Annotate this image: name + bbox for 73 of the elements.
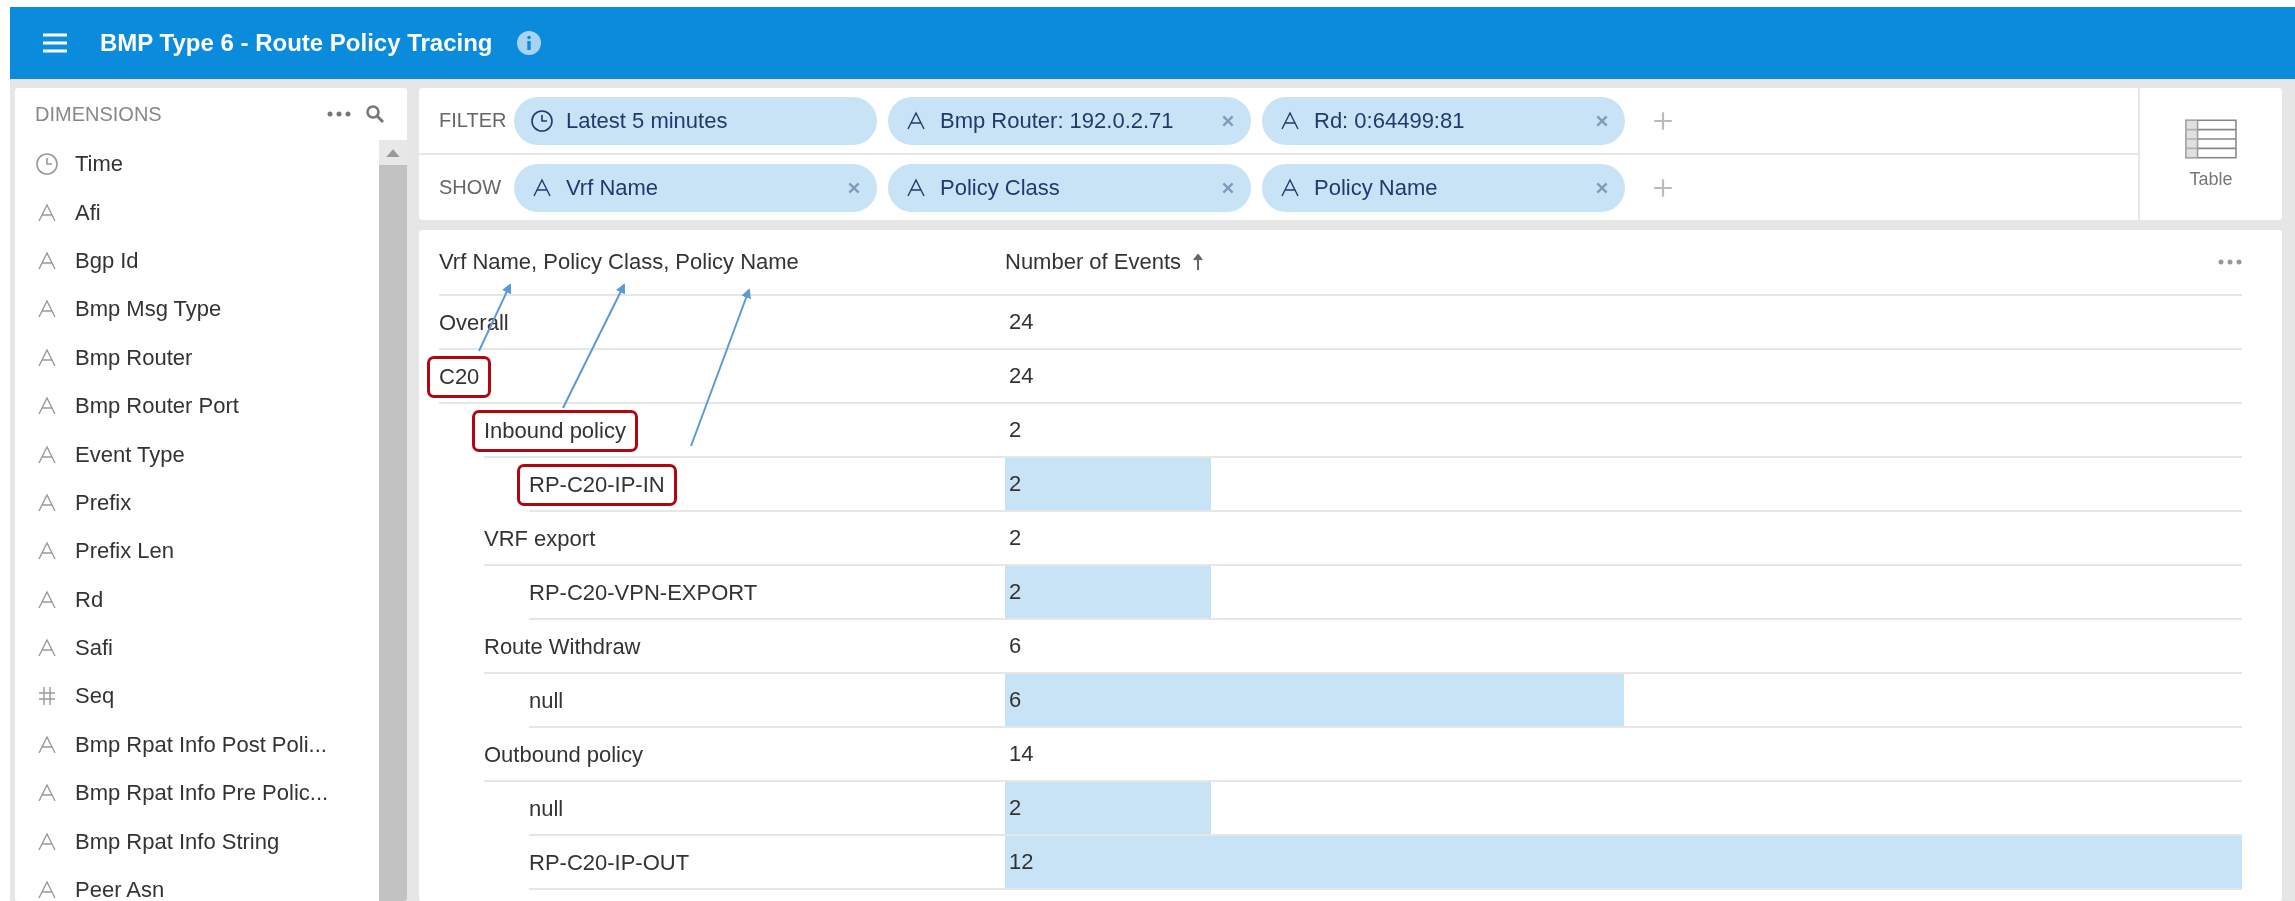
event-count: 2 <box>1008 525 1022 551</box>
close-icon[interactable] <box>847 180 861 195</box>
filter-chip[interactable]: Rd: 0:64499:81 <box>1262 96 1625 145</box>
menu-icon[interactable] <box>42 33 68 53</box>
dimension-item[interactable]: Prefix Len <box>35 527 379 576</box>
dimension-item[interactable]: Peer Asn <box>35 865 379 901</box>
event-count: 12 <box>1008 849 1034 875</box>
dimension-item[interactable]: Prefix <box>35 478 379 528</box>
dimension-item[interactable]: Bmp Router Port <box>35 381 379 431</box>
row-label: VRF export <box>484 526 596 552</box>
add-icon[interactable] <box>1652 176 1674 199</box>
clock-icon <box>35 152 59 177</box>
row-label: RP-C20-IP-OUT <box>529 850 690 876</box>
event-count: 6 <box>1008 687 1022 713</box>
event-count: 14 <box>1008 741 1034 767</box>
event-count: 6 <box>1008 633 1022 659</box>
event-count: 2 <box>1008 471 1022 497</box>
add-icon[interactable] <box>1652 109 1674 132</box>
filter-chip[interactable]: Bmp Router: 192.0.2.71 <box>888 96 1251 145</box>
row-label: null <box>529 688 564 714</box>
info-icon[interactable] <box>516 31 541 55</box>
row-label: Inbound policy <box>472 410 638 452</box>
close-icon[interactable] <box>1595 113 1609 128</box>
row-label: Outbound policy <box>484 742 643 768</box>
dimension-item[interactable]: Bgp Id <box>35 236 379 286</box>
table-view-button[interactable]: Table <box>2138 88 2282 220</box>
dimension-item[interactable]: Bmp Router <box>35 333 379 382</box>
dimension-item[interactable]: Bmp Rpat Info Pre Polic... <box>35 769 379 818</box>
more-icon[interactable] <box>327 111 351 117</box>
dimension-item[interactable]: Bmp Rpat Info Post Poli... <box>35 720 379 770</box>
section-label: SHOW <box>439 176 503 199</box>
chip-label: Latest 5 minutes <box>566 107 729 134</box>
row-label: C20 <box>427 356 492 398</box>
dimension-item[interactable]: Event Type <box>35 430 379 479</box>
clock-icon <box>530 108 554 133</box>
letter-a-icon <box>35 878 59 901</box>
close-icon[interactable] <box>1221 180 1235 195</box>
close-icon[interactable] <box>1221 113 1235 128</box>
event-count: 2 <box>1008 795 1022 821</box>
dimension-item[interactable]: Afi <box>35 188 379 237</box>
sort-arrow-icon[interactable] <box>1193 254 1204 270</box>
sidebar-title: DIMENSIONS <box>35 102 163 126</box>
row-label: Route Withdraw <box>484 634 641 660</box>
dimension-item[interactable]: Bmp Msg Type <box>35 285 379 334</box>
dimension-item[interactable]: Rd <box>35 575 379 624</box>
dimension-item[interactable]: Time <box>35 140 379 189</box>
chip-label: Bmp Router: 192.0.2.71 <box>940 107 1175 134</box>
chip-label: Rd: 0:64499:81 <box>1314 107 1466 134</box>
scroll-up-icon[interactable] <box>386 148 400 157</box>
event-count: 24 <box>1008 309 1034 335</box>
chip-label: Vrf Name <box>566 174 660 201</box>
more-icon[interactable] <box>2218 259 2242 265</box>
event-count: 2 <box>1008 579 1022 605</box>
dimension-item[interactable]: Safi <box>35 623 379 673</box>
filter-chip[interactable]: Policy Class <box>888 163 1251 212</box>
table-icon <box>2185 118 2237 159</box>
search-icon[interactable] <box>365 104 385 124</box>
row-label: RP-C20-VPN-EXPORT <box>529 580 758 606</box>
column-header[interactable]: Number of Events <box>1005 249 1182 275</box>
filter-chip[interactable]: Latest 5 minutes <box>514 96 877 145</box>
chip-label: Policy Class <box>940 174 1061 201</box>
close-icon[interactable] <box>1595 180 1609 195</box>
row-label: RP-C20-IP-IN <box>517 464 677 506</box>
column-header[interactable]: Vrf Name, Policy Class, Policy Name <box>439 249 1005 275</box>
event-count: 24 <box>1008 363 1034 389</box>
dimension-item[interactable]: Seq <box>35 672 379 721</box>
event-count: 2 <box>1008 417 1022 443</box>
filter-chip[interactable]: Policy Name <box>1262 163 1625 212</box>
page-title: BMP Type 6 - Route Policy Tracing <box>100 29 493 57</box>
filter-chip[interactable]: Vrf Name <box>514 163 877 212</box>
row-label: null <box>529 796 564 822</box>
dimension-item[interactable]: Bmp Rpat Info String <box>35 817 379 866</box>
chip-label: Policy Name <box>1314 174 1439 201</box>
